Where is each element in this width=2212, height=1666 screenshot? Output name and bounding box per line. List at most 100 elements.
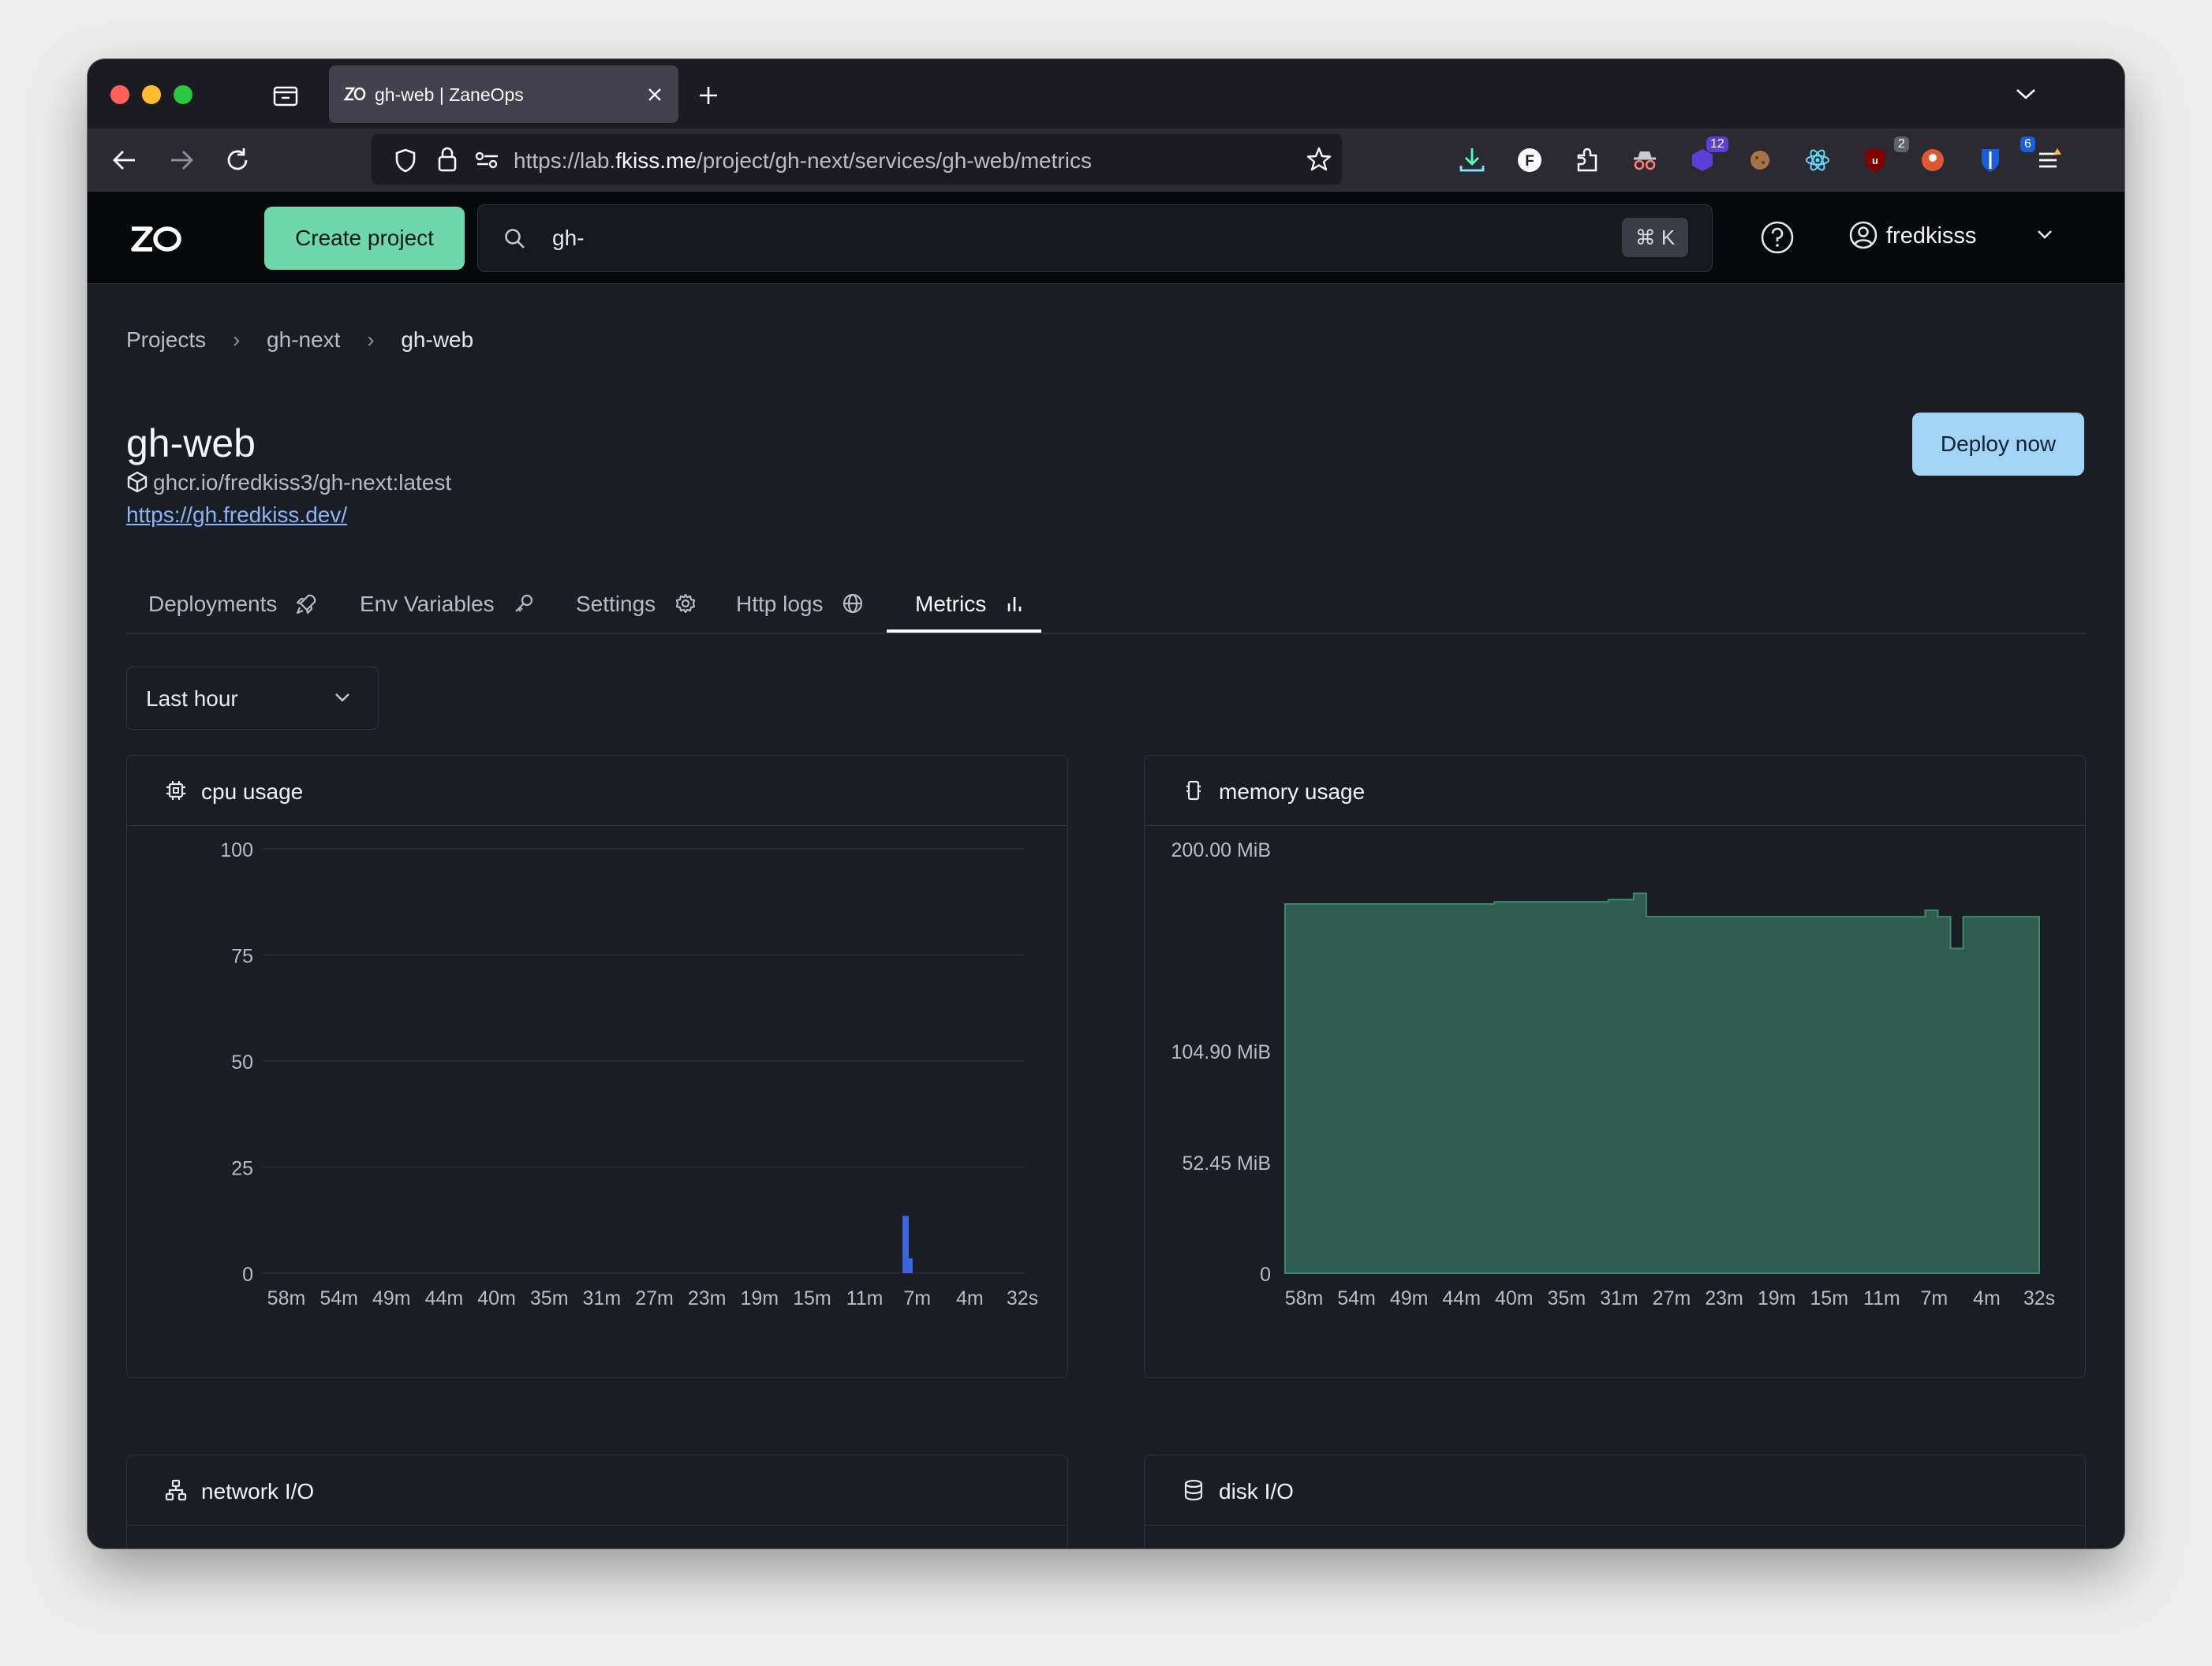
- x-tick-label: 49m: [372, 1287, 411, 1309]
- tab-http-logs[interactable]: Http logs: [736, 592, 864, 617]
- new-tab-icon[interactable]: [697, 84, 719, 106]
- network-io-card: network I/O: [126, 1455, 1068, 1548]
- service-tabs: Deployments Env Variables Settings Http …: [126, 576, 2086, 634]
- tab-label: Deployments: [148, 592, 278, 616]
- svg-text:F: F: [1525, 153, 1534, 170]
- browser-tab-title: gh-web | ZaneOps: [375, 84, 524, 105]
- active-tab-indicator: [887, 629, 1041, 633]
- tab-deployments[interactable]: Deployments: [148, 592, 318, 617]
- breadcrumb-project[interactable]: gh-next: [267, 327, 340, 353]
- memory-card-header: memory usage: [1145, 756, 2085, 826]
- url-path: /project/gh-next/services/gh-web/metrics: [696, 148, 1092, 173]
- x-tick-label: 27m: [635, 1287, 674, 1309]
- x-tick-label: 15m: [1810, 1287, 1848, 1309]
- breadcrumb-projects[interactable]: Projects: [126, 327, 206, 353]
- create-project-button[interactable]: Create project: [264, 207, 465, 270]
- search-icon: [505, 229, 525, 248]
- gear-icon: [675, 593, 696, 614]
- search-bar[interactable]: gh- ⌘ K: [477, 204, 1713, 272]
- incognito-extension-icon[interactable]: [1629, 144, 1661, 176]
- cpu-chip-icon: [166, 781, 185, 800]
- service-image: ghcr.io/fredkiss3/gh-next:latest: [126, 470, 451, 495]
- zoom-window-button[interactable]: [174, 85, 192, 104]
- globe-icon: [843, 593, 863, 614]
- chevron-down-icon: [335, 693, 349, 702]
- chevron-down-icon: [2038, 230, 2052, 239]
- x-tick-label: 54m: [319, 1287, 358, 1309]
- forward-arrow-icon[interactable]: [168, 148, 195, 173]
- browser-tab-active[interactable]: gh-web | ZaneOps: [329, 65, 678, 123]
- x-tick-label: 23m: [1705, 1287, 1743, 1309]
- svg-text:u: u: [1872, 155, 1878, 166]
- memory-stick-icon: [1186, 780, 1201, 801]
- y-tick-label: 100: [220, 839, 253, 861]
- username-label: fredkisss: [1886, 223, 1977, 248]
- app-header: Create project gh- ⌘ K fredkisss: [88, 192, 2124, 284]
- deploy-now-button[interactable]: Deploy now: [1912, 413, 2084, 476]
- tab-label: Metrics: [915, 592, 987, 616]
- extensions-puzzle-icon[interactable]: [1571, 144, 1603, 176]
- cpu-card-header: cpu usage: [127, 756, 1067, 826]
- tab-label: Env Variables: [360, 592, 495, 616]
- bookmark-star-icon[interactable]: [1306, 146, 1332, 173]
- y-tick-label: 0: [1260, 1264, 1271, 1286]
- y-tick-label: 75: [231, 946, 253, 968]
- tracking-protection-shield-icon[interactable]: [394, 148, 417, 173]
- y-tick-label: 104.90 MiB: [1171, 1041, 1271, 1063]
- y-tick-label: 0: [242, 1264, 253, 1286]
- cookie-extension-icon[interactable]: [1744, 144, 1776, 176]
- ublock-origin-icon[interactable]: u: [1859, 144, 1891, 176]
- minimize-window-button[interactable]: [142, 85, 161, 104]
- service-url-link[interactable]: https://gh.fredkiss.dev/: [126, 502, 347, 528]
- url-bar[interactable]: https://lab.fkiss.me/project/gh-next/ser…: [372, 134, 1342, 185]
- x-tick-label: 4m: [1973, 1287, 2001, 1309]
- x-tick-label: 7m: [903, 1287, 931, 1309]
- x-tick-label: 19m: [740, 1287, 779, 1309]
- tab-settings[interactable]: Settings: [576, 592, 697, 617]
- y-tick-label: 25: [231, 1158, 253, 1180]
- reload-icon[interactable]: [224, 147, 251, 174]
- memory-usage-chart[interactable]: 0 52.45 MiB 104.90 MiB 200.00 MiB 58m 54m 49m 4…: [1145, 825, 2085, 1377]
- cpu-bar: [906, 1258, 913, 1273]
- duckduckgo-icon[interactable]: [1917, 144, 1949, 176]
- url-text[interactable]: https://lab.fkiss.me/project/gh-next/ser…: [514, 148, 1092, 174]
- x-tick-label: 44m: [1442, 1287, 1481, 1309]
- cpu-usage-chart[interactable]: 0 25 50 75 100 58m 54m 49m 44m 40m 35m 31m 27m 23m 19m…: [127, 825, 1067, 1377]
- x-tick-label: 35m: [1548, 1287, 1586, 1309]
- close-tab-icon[interactable]: [646, 86, 663, 103]
- x-tick-label: 19m: [1758, 1287, 1796, 1309]
- tab-metrics[interactable]: Metrics: [915, 592, 1024, 617]
- search-input[interactable]: gh-: [552, 226, 584, 251]
- tab-overview-icon[interactable]: [272, 83, 299, 108]
- back-arrow-icon[interactable]: [111, 148, 138, 173]
- x-tick-label: 31m: [1600, 1287, 1638, 1309]
- service-image-text: ghcr.io/fredkiss3/gh-next:latest: [153, 470, 452, 495]
- breadcrumb-service: gh-web: [401, 327, 474, 352]
- downloads-icon[interactable]: [1456, 144, 1488, 176]
- disk-card-header: disk I/O: [1145, 1455, 2085, 1526]
- x-tick-label: 31m: [583, 1287, 622, 1309]
- key-icon: [515, 594, 533, 612]
- bitwarden-icon[interactable]: [1975, 144, 2006, 176]
- tab-env-variables[interactable]: Env Variables: [360, 592, 535, 617]
- site-permissions-icon[interactable]: [474, 150, 501, 170]
- x-tick-label: 7m: [1920, 1287, 1948, 1309]
- ublock-badge: 2: [1894, 136, 1909, 152]
- help-icon[interactable]: [1760, 220, 1795, 255]
- fastforward-extension-icon[interactable]: F: [1514, 144, 1545, 176]
- lock-icon[interactable]: [436, 146, 458, 173]
- close-window-button[interactable]: [110, 85, 129, 104]
- y-tick-label: 200.00 MiB: [1171, 839, 1271, 861]
- memory-usage-card: memory usage 0 52.45 MiB 104.90 MiB 200.00 …: [1144, 755, 2086, 1378]
- zaneops-logo[interactable]: [129, 223, 184, 255]
- rocket-icon: [297, 594, 316, 614]
- app-menu-icon[interactable]: [2033, 144, 2064, 176]
- page-title: gh-web: [126, 421, 256, 465]
- y-tick-label: 50: [231, 1052, 253, 1074]
- react-devtools-icon[interactable]: [1802, 144, 1833, 176]
- network-icon: [165, 1479, 187, 1501]
- time-range-select[interactable]: Last hour: [126, 667, 379, 730]
- x-tick-label: 11m: [1863, 1287, 1900, 1309]
- disk-io-card: disk I/O: [1144, 1455, 2086, 1548]
- list-tabs-chevron-icon[interactable]: [2014, 86, 2038, 102]
